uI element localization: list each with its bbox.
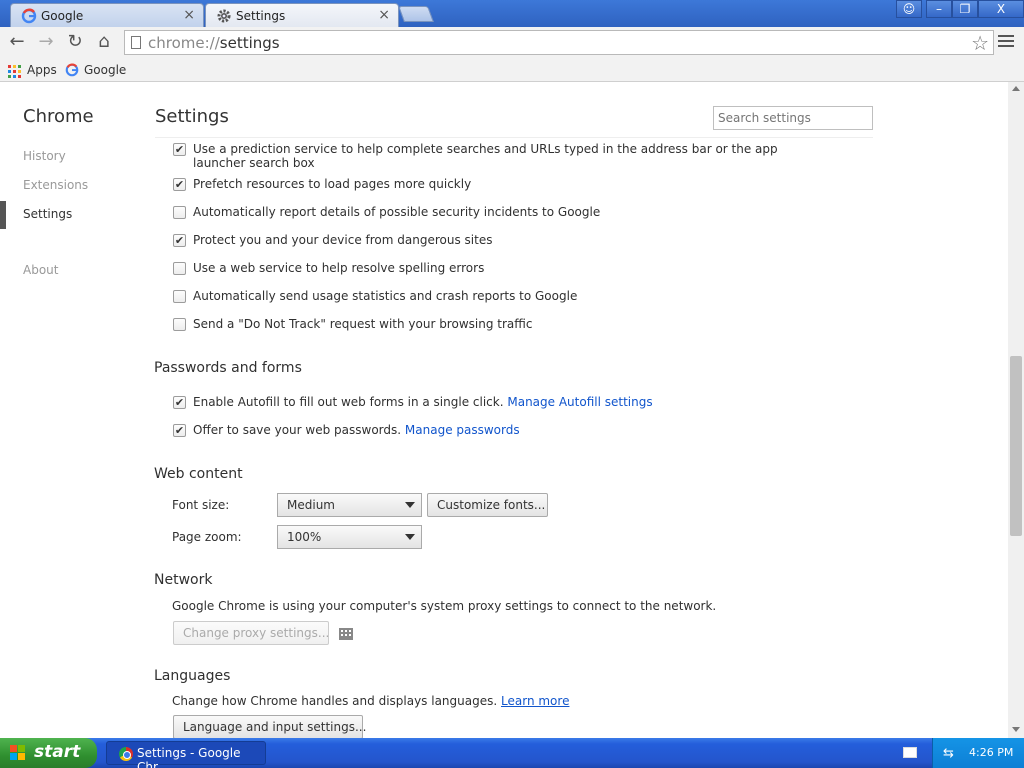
system-tray: ⇆ 4:26 PM bbox=[932, 738, 1024, 768]
learn-more-link[interactable]: Learn more bbox=[501, 694, 569, 708]
clock[interactable]: 4:26 PM bbox=[969, 746, 1013, 759]
tab-close-icon[interactable]: × bbox=[183, 7, 195, 23]
title-divider bbox=[155, 137, 873, 138]
checkbox[interactable]: ✔ bbox=[173, 234, 186, 247]
reload-icon[interactable]: ↻ bbox=[63, 31, 87, 55]
chrome-menu-icon[interactable] bbox=[998, 35, 1014, 50]
tab-google[interactable]: Google × bbox=[10, 3, 204, 27]
checkbox[interactable] bbox=[173, 290, 186, 303]
sidebar-title: Chrome bbox=[23, 106, 94, 127]
minimize-button[interactable]: – bbox=[926, 0, 952, 18]
section-heading-network: Network bbox=[154, 572, 213, 588]
tab-title: Settings bbox=[236, 9, 286, 23]
home-icon[interactable]: ⌂ bbox=[92, 31, 116, 55]
manage-passwords-link[interactable]: Manage passwords bbox=[405, 423, 520, 437]
enterprise-building-icon bbox=[338, 627, 354, 641]
google-g-icon bbox=[65, 63, 79, 80]
checkbox[interactable]: ✔ bbox=[173, 424, 186, 437]
checkbox[interactable]: ✔ bbox=[173, 178, 186, 191]
font-size-label: Font size: bbox=[172, 498, 230, 512]
manage-autofill-link[interactable]: Manage Autofill settings bbox=[507, 395, 652, 409]
tab-title: Google bbox=[41, 9, 84, 23]
sidebar-item-settings[interactable]: Settings bbox=[23, 207, 72, 221]
url-text: chrome://settings bbox=[148, 34, 280, 52]
windows-taskbar: start Settings - Google Chr... ⇆ 4:26 PM bbox=[0, 738, 1024, 768]
new-tab-button[interactable] bbox=[398, 6, 434, 22]
page-title: Settings bbox=[155, 106, 229, 127]
checkbox[interactable] bbox=[173, 262, 186, 275]
section-heading-languages: Languages bbox=[154, 668, 231, 684]
close-window-button[interactable]: X bbox=[978, 0, 1024, 18]
scroll-down-icon[interactable] bbox=[1012, 727, 1020, 732]
user-icon[interactable]: ☺ bbox=[896, 0, 922, 18]
scroll-up-icon[interactable] bbox=[1012, 86, 1020, 91]
checkbox[interactable] bbox=[173, 206, 186, 219]
tab-settings[interactable]: Settings × bbox=[205, 3, 399, 27]
google-g-icon bbox=[21, 8, 37, 24]
windows-logo-icon bbox=[10, 745, 27, 761]
page-scrollbar[interactable] bbox=[1008, 82, 1024, 738]
tab-strip: Google × Settings × ☺ – ❐ X bbox=[0, 0, 1024, 27]
page-zoom-select[interactable]: 100% bbox=[277, 525, 422, 549]
checkbox[interactable] bbox=[173, 318, 186, 331]
tab-close-icon[interactable]: × bbox=[378, 7, 390, 23]
checkbox[interactable]: ✔ bbox=[173, 396, 186, 409]
chrome-icon bbox=[119, 747, 133, 761]
address-bar[interactable]: chrome://settings ☆ bbox=[124, 30, 994, 55]
taskbar-chrome-window[interactable]: Settings - Google Chr... bbox=[106, 741, 266, 768]
settings-page: Chrome History Extensions Settings About… bbox=[0, 82, 1008, 738]
bookmarks-bar: Apps Google bbox=[0, 59, 1024, 82]
bookmark-google[interactable]: Google bbox=[84, 63, 126, 77]
font-size-select[interactable]: Medium bbox=[277, 493, 422, 517]
network-description: Google Chrome is using your computer's s… bbox=[172, 599, 717, 613]
change-proxy-button[interactable]: Change proxy settings... bbox=[173, 621, 329, 645]
chevron-down-icon bbox=[405, 502, 415, 508]
sidebar-item-about[interactable]: About bbox=[23, 263, 58, 277]
back-icon[interactable]: ← bbox=[5, 31, 29, 55]
bookmark-apps[interactable]: Apps bbox=[27, 63, 57, 77]
bookmark-star-icon[interactable]: ☆ bbox=[971, 31, 989, 55]
network-icon[interactable]: ⇆ bbox=[943, 746, 954, 761]
page-icon bbox=[131, 36, 141, 49]
start-button[interactable]: start bbox=[0, 738, 97, 768]
section-heading-web-content: Web content bbox=[154, 466, 243, 482]
gear-icon bbox=[216, 8, 232, 24]
apps-grid-icon bbox=[8, 65, 22, 79]
sidebar-item-extensions[interactable]: Extensions bbox=[23, 178, 88, 192]
page-zoom-label: Page zoom: bbox=[172, 530, 242, 544]
search-settings-input[interactable] bbox=[713, 106, 873, 130]
browser-toolbar: ← → ↻ ⌂ chrome://settings ☆ bbox=[0, 27, 1024, 59]
languages-description: Change how Chrome handles and displays l… bbox=[172, 694, 570, 708]
keyboard-icon[interactable] bbox=[903, 747, 917, 758]
scrollbar-thumb[interactable] bbox=[1010, 356, 1022, 536]
customize-fonts-button[interactable]: Customize fonts... bbox=[427, 493, 548, 517]
forward-icon[interactable]: → bbox=[34, 31, 58, 55]
language-input-settings-button[interactable]: Language and input settings... bbox=[173, 715, 366, 738]
section-heading-passwords: Passwords and forms bbox=[154, 360, 302, 376]
restore-button[interactable]: ❐ bbox=[952, 0, 978, 18]
chevron-down-icon bbox=[405, 534, 415, 540]
sidebar-active-marker bbox=[0, 201, 6, 229]
checkbox[interactable]: ✔ bbox=[173, 143, 186, 156]
sidebar-item-history[interactable]: History bbox=[23, 149, 66, 163]
